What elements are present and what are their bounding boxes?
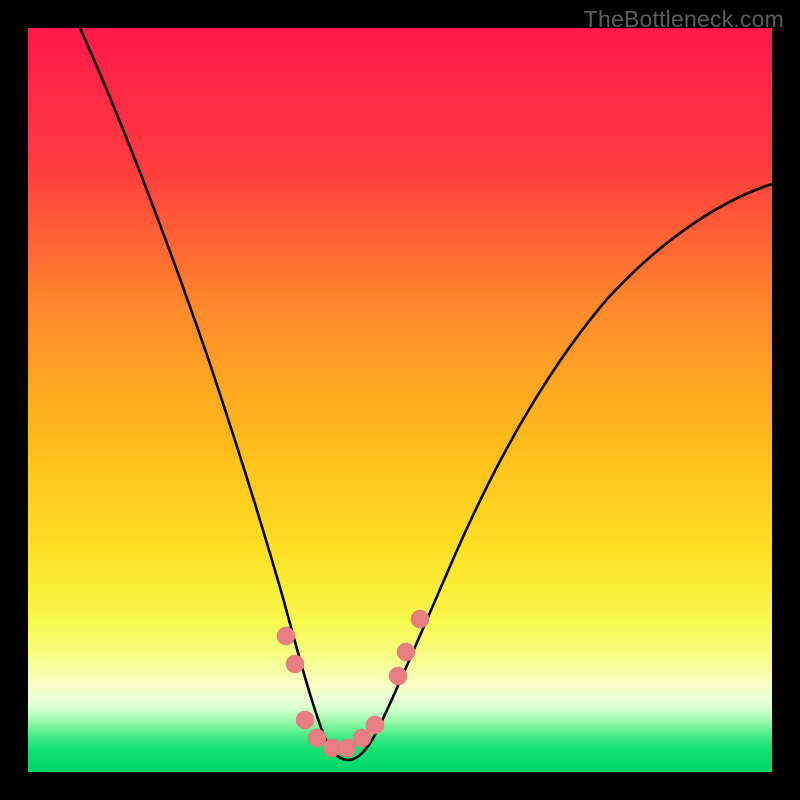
curve-layer [28, 28, 772, 772]
chart-frame: TheBottleneck.com [0, 0, 800, 800]
plot-area [28, 28, 772, 772]
bottleneck-curve [80, 28, 772, 760]
watermark-text: TheBottleneck.com [584, 6, 784, 33]
highlight-markers [277, 610, 429, 757]
